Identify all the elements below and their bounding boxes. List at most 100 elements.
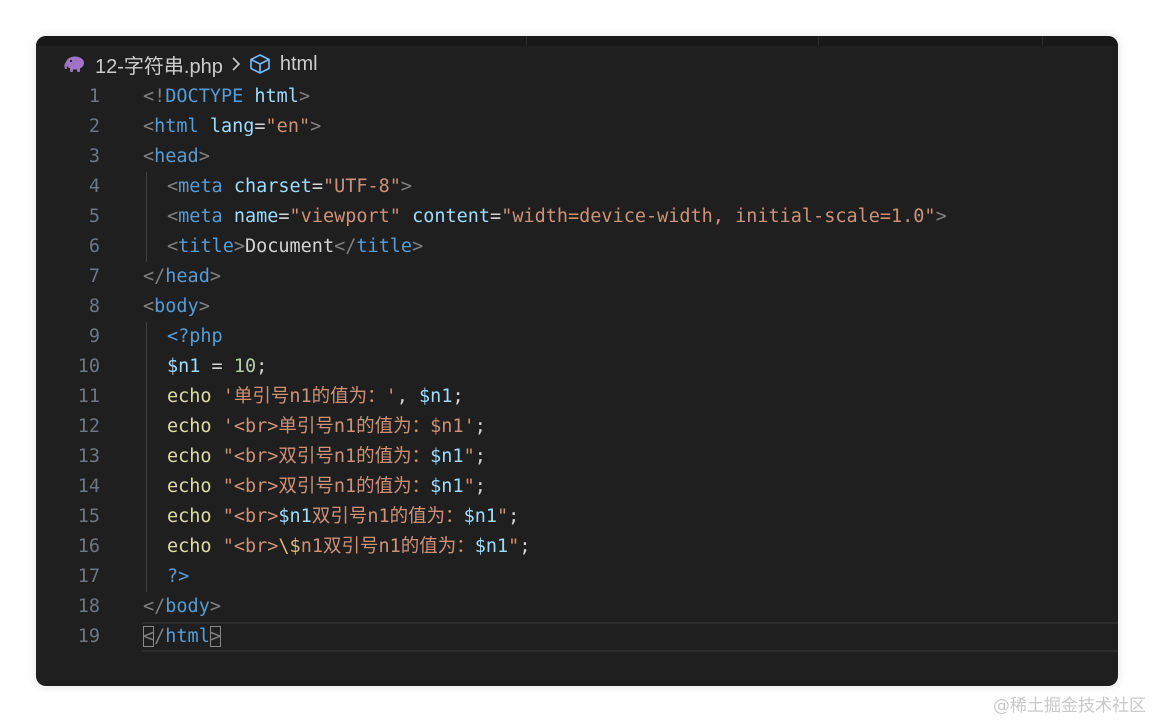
tab-strip	[36, 36, 1118, 46]
code-line[interactable]: 4 <meta charset="UTF-8">	[36, 172, 1118, 202]
breadcrumb: 12-字符串.php html	[62, 50, 318, 79]
line-number: 5	[88, 206, 100, 227]
code-token: </	[334, 236, 357, 257]
code-line[interactable]: 2 <html lang="en">	[36, 112, 1118, 142]
php-elephant-icon	[62, 55, 86, 73]
code-text: </body>	[143, 592, 221, 622]
code-token: =	[490, 206, 502, 227]
code-text: <?php	[143, 322, 223, 352]
line-number: 7	[88, 266, 100, 287]
code-line[interactable]: 12 echo '<br>单引号n1的值为：$n1';	[36, 412, 1118, 442]
code-token: >	[209, 596, 221, 617]
code-text: </html>	[143, 622, 221, 652]
code-line[interactable]: 17 ?>	[36, 562, 1118, 592]
code-token: >	[198, 146, 210, 167]
code-token: "	[463, 446, 475, 467]
code-line[interactable]: 18 </body>	[36, 592, 1118, 622]
code-token: meta	[178, 206, 223, 227]
breadcrumb-symbol[interactable]: html	[280, 53, 318, 76]
code-token: </	[143, 266, 166, 287]
code-token: $n1	[474, 536, 509, 557]
code-token: <	[143, 116, 155, 137]
code-token: $n1	[430, 476, 464, 497]
code-token: ?>	[167, 566, 190, 587]
code-token: /	[154, 626, 166, 647]
line-number: 17	[77, 566, 100, 587]
code-line[interactable]: 15 echo "<br>$n1双引号n1的值为：$n1";	[36, 502, 1118, 532]
code-token: $n1	[167, 356, 201, 377]
code-token: >	[935, 206, 947, 227]
code-token: ;	[256, 356, 268, 377]
code-text: echo "<br>\$n1双引号n1的值为：$n1";	[143, 532, 530, 562]
code-line[interactable]: 5 <meta name="viewport" content="width=de…	[36, 202, 1118, 232]
code-token: ;	[508, 506, 520, 527]
line-number: 8	[88, 296, 100, 317]
code-text: <meta name="viewport" content="width=dev…	[143, 202, 947, 232]
code-line[interactable]: 14 echo "<br>双引号n1的值为：$n1";	[36, 472, 1118, 502]
code-token: '单引号n1的值为：'	[222, 386, 397, 407]
code-text: echo "<br>双引号n1的值为：$n1";	[143, 472, 486, 502]
code-line[interactable]: 6 <title>Document</title>	[36, 232, 1118, 262]
code-text: </head>	[143, 262, 221, 292]
code-token: echo	[167, 386, 212, 407]
code-token: "	[508, 536, 520, 557]
line-number: 15	[77, 506, 100, 527]
code-token: ,	[396, 386, 420, 407]
line-number: 14	[77, 476, 100, 497]
code-text: echo "<br>$n1双引号n1的值为：$n1";	[143, 502, 519, 532]
code-token: ;	[474, 416, 486, 437]
code-token: html	[254, 86, 299, 107]
code-token: echo	[167, 446, 212, 467]
code-text: echo '单引号n1的值为：', $n1;	[143, 382, 464, 412]
code-line[interactable]: 8 <body>	[36, 292, 1118, 322]
code-token: <	[143, 626, 155, 647]
code-line[interactable]: 10 $n1 = 10;	[36, 352, 1118, 382]
code-text: ?>	[143, 562, 189, 592]
code-line[interactable]: 7 </head>	[36, 262, 1118, 292]
code-token: <?php	[167, 326, 223, 347]
code-line[interactable]: 1 <!DOCTYPE html>	[36, 82, 1118, 112]
line-number: 3	[88, 146, 100, 167]
watermark: @稀土掘金技术社区	[993, 696, 1146, 716]
line-number: 19	[77, 626, 100, 647]
code-line[interactable]: 16 echo "<br>\$n1双引号n1的值为：$n1";	[36, 532, 1118, 562]
line-number: 18	[77, 596, 100, 617]
code-text: $n1 = 10;	[143, 352, 267, 382]
code-token: "	[497, 506, 509, 527]
line-number: 6	[88, 236, 100, 257]
code-token: html	[165, 626, 210, 647]
code-token: "<br>	[222, 506, 279, 527]
code-token: >	[198, 296, 210, 317]
code-token: "<br>双引号n1的值为：	[222, 446, 431, 467]
line-number: 4	[88, 176, 100, 197]
code-line[interactable]: 9 <?php	[36, 322, 1118, 352]
code-editor[interactable]: 1 <!DOCTYPE html> 2 <html lang="en"> 3 <head>…	[36, 82, 1118, 652]
breadcrumb-file[interactable]: 12-字符串.php	[95, 50, 223, 79]
code-token: >	[209, 626, 221, 647]
code-token: <	[167, 176, 179, 197]
code-token: content	[412, 206, 491, 227]
code-token: "<br>	[222, 536, 279, 557]
code-token: ;	[519, 536, 531, 557]
code-token: echo	[167, 416, 212, 437]
code-token: "width=device-width, initial-scale=1.0"	[501, 206, 936, 227]
code-token: "viewport"	[289, 206, 401, 227]
code-token: charset	[233, 176, 312, 197]
code-token: <	[167, 206, 179, 227]
editor-window: 12-字符串.php html 1 <!DOCTYPE html> 2 <html l…	[36, 36, 1118, 686]
code-token: "UTF-8"	[322, 176, 401, 197]
code-line[interactable]: 13 echo "<br>双引号n1的值为：$n1";	[36, 442, 1118, 472]
code-token: '<br>单引号n1的值为：$n1'	[222, 416, 475, 437]
code-line[interactable]: 3 <head>	[36, 142, 1118, 172]
code-text: <html lang="en">	[143, 112, 321, 142]
code-text: echo '<br>单引号n1的值为：$n1';	[143, 412, 486, 442]
code-line[interactable]: 19 </html>	[36, 622, 1118, 652]
code-line[interactable]: 11 echo '单引号n1的值为：', $n1;	[36, 382, 1118, 412]
code-token: "	[463, 476, 475, 497]
